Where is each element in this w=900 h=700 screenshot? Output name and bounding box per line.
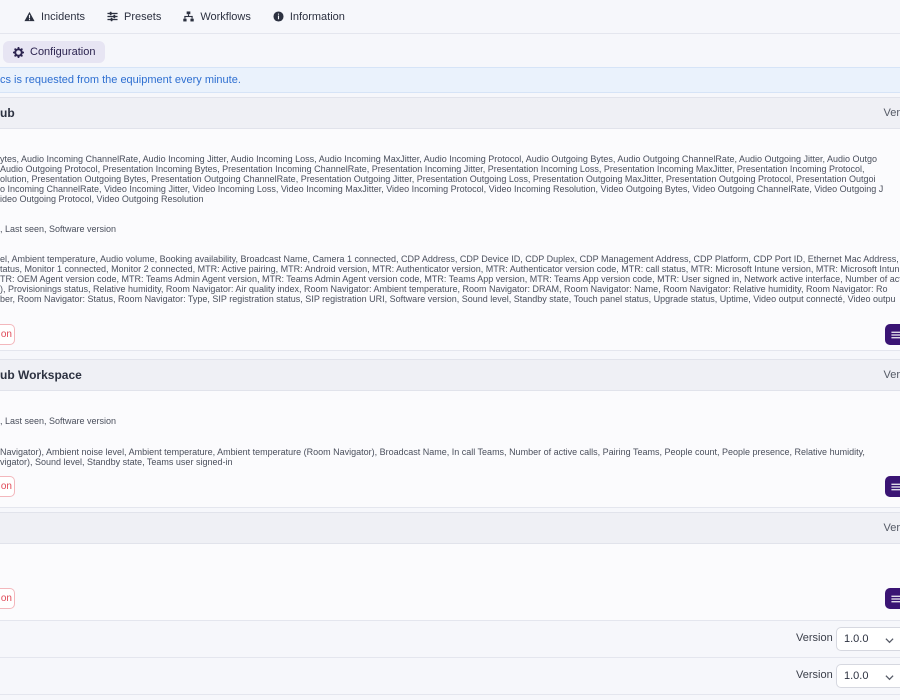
metrics-text: ideo Outgoing Protocol, Video Outgoing R… <box>0 194 204 204</box>
metrics-text: ), Provisionings status, Relative humidi… <box>0 284 888 294</box>
top-nav: Incidents Presets Workflows Information <box>0 0 900 34</box>
chevron-down-icon <box>885 675 894 681</box>
metrics-text: TR: OEM Agent version code, MTR: Teams A… <box>0 274 900 284</box>
metrics-text: Navigator), Ambient noise level, Ambient… <box>0 447 865 457</box>
version-select[interactable]: 1.0.0 <box>836 664 900 688</box>
section-header: Ver <box>0 512 900 544</box>
nav-item-presets[interactable]: Presets <box>107 11 161 23</box>
sliders-icon <box>891 331 900 338</box>
metrics-text: tatus, Monitor 1 connected, Monitor 2 co… <box>0 264 900 274</box>
presets-button[interactable] <box>885 588 900 609</box>
metrics-text: ber, Room Navigator: Status, Room Naviga… <box>0 294 896 304</box>
version-select-value: 1.0.0 <box>844 633 869 645</box>
version-select[interactable]: 1.0.0 <box>836 627 900 651</box>
section-title: ub <box>0 106 15 120</box>
chevron-down-icon <box>885 638 894 644</box>
gear-icon <box>13 46 24 58</box>
alert-triangle-icon <box>24 11 35 22</box>
info-circle-icon <box>273 11 284 22</box>
metrics-text: , Last seen, Software version <box>0 224 117 234</box>
workflow-icon <box>183 11 195 22</box>
version-row: Version 1.0.0 <box>0 622 900 658</box>
remove-button[interactable]: on <box>0 324 15 345</box>
nav-item-incidents[interactable]: Incidents <box>24 11 85 23</box>
metrics-text: olution, Presentation Outgoing Bytes, Pr… <box>0 174 876 184</box>
section-title: ub Workspace <box>0 368 82 382</box>
metrics-text: Audio Outgoing Protocol, Presentation In… <box>0 164 865 174</box>
remove-button[interactable]: on <box>0 588 15 609</box>
version-label: Version <box>796 669 833 681</box>
version-label: Version <box>796 632 833 644</box>
presets-button[interactable] <box>885 324 900 345</box>
section-header: ub Ver <box>0 97 900 129</box>
sliders-icon <box>107 11 118 22</box>
metrics-text: vigator), Sound level, Standby state, Te… <box>0 457 233 467</box>
nav-item-workflows[interactable]: Workflows <box>183 11 251 23</box>
sliders-icon <box>891 483 900 490</box>
info-banner: cs is requested from the equipment every… <box>0 67 900 93</box>
section-header: ub Workspace Ver <box>0 359 900 391</box>
nav-label-information: Information <box>289 10 345 23</box>
nav-label-presets: Presets <box>124 10 162 23</box>
sub-nav: Configuration <box>0 34 900 68</box>
metrics-text: el, Ambient temperature, Audio volume, B… <box>0 254 899 264</box>
metrics-text: o Incoming ChannelRate, Video Incoming J… <box>0 184 884 194</box>
presets-button[interactable] <box>885 476 900 497</box>
nav-label-incidents: Incidents <box>41 10 86 23</box>
version-row: Version 1.0.0 <box>0 659 900 695</box>
sliders-icon <box>891 595 900 602</box>
version-label: Ver <box>883 107 900 119</box>
tab-configuration[interactable]: Configuration <box>3 41 106 63</box>
nav-label-workflows: Workflows <box>200 10 251 23</box>
version-select-value: 1.0.0 <box>844 670 869 682</box>
nav-item-information[interactable]: Information <box>273 11 345 23</box>
metrics-text: ytes, Audio Incoming ChannelRate, Audio … <box>0 154 878 164</box>
version-label: Ver <box>883 369 900 381</box>
remove-button[interactable]: on <box>0 476 15 497</box>
info-banner-text: cs is requested from the equipment every… <box>0 74 241 86</box>
version-label: Ver <box>883 522 900 534</box>
metrics-text: , Last seen, Software version <box>0 416 117 426</box>
tab-configuration-label: Configuration <box>30 46 96 58</box>
